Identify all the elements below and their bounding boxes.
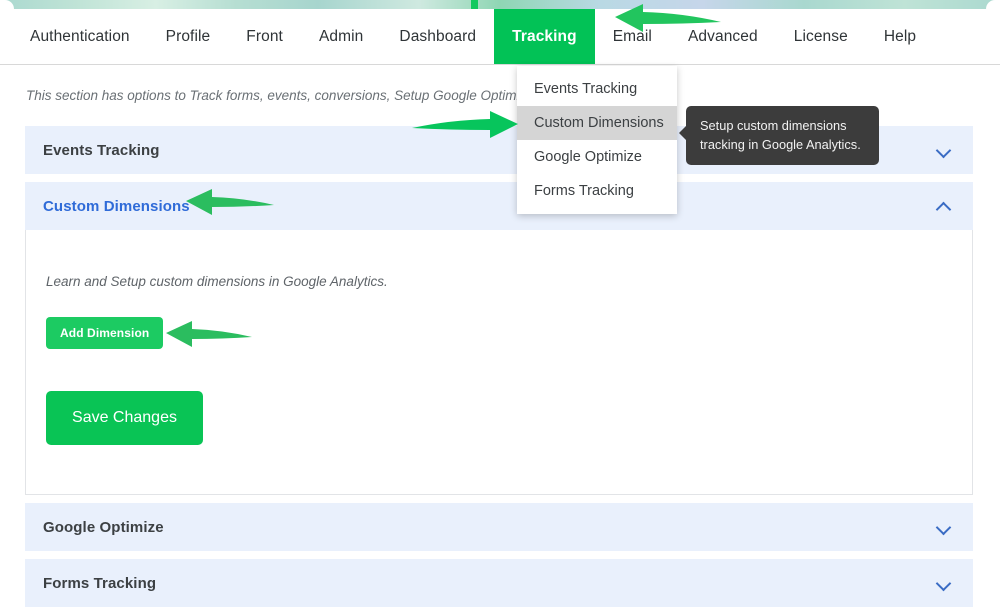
banner-corner-right xyxy=(986,0,1000,9)
accordion-title: Google Optimize xyxy=(43,519,164,536)
nav-tab-label: Authentication xyxy=(30,28,130,46)
accordion-title: Forms Tracking xyxy=(43,575,156,592)
nav-tab-authentication[interactable]: Authentication xyxy=(12,9,148,64)
nav-tab-email[interactable]: Email xyxy=(595,9,670,64)
settings-accordion: Events Tracking Custom Dimensions Learn … xyxy=(25,126,973,607)
accordion-header-forms-tracking[interactable]: Forms Tracking xyxy=(25,559,973,607)
page-root: Authentication Profile Front Admin Dashb… xyxy=(0,0,1000,607)
custom-dimensions-tooltip: Setup custom dimensions tracking in Goog… xyxy=(686,106,879,165)
accordion-title: Events Tracking xyxy=(43,142,160,159)
nav-tab-label: Help xyxy=(884,28,916,46)
dropdown-item-custom-dimensions[interactable]: Custom Dimensions xyxy=(517,106,677,140)
nav-tab-admin[interactable]: Admin xyxy=(301,9,381,64)
dropdown-item-google-optimize[interactable]: Google Optimize xyxy=(517,140,677,174)
chevron-down-icon[interactable] xyxy=(937,576,951,590)
accordion-header-google-optimize[interactable]: Google Optimize xyxy=(25,503,973,551)
save-changes-button[interactable]: Save Changes xyxy=(46,391,203,445)
dropdown-item-forms-tracking[interactable]: Forms Tracking xyxy=(517,174,677,208)
chevron-down-icon[interactable] xyxy=(937,520,951,534)
banner-gradient xyxy=(0,0,1000,9)
nav-tab-dashboard[interactable]: Dashboard xyxy=(381,9,494,64)
nav-tab-license[interactable]: License xyxy=(776,9,866,64)
nav-tab-label: License xyxy=(794,28,848,46)
accordion-item-custom-dimensions: Custom Dimensions Learn and Setup custom… xyxy=(25,182,973,495)
chevron-up-icon[interactable] xyxy=(937,199,951,213)
nav-tab-label: Profile xyxy=(166,28,211,46)
chevron-down-icon[interactable] xyxy=(937,143,951,157)
nav-tab-advanced[interactable]: Advanced xyxy=(670,9,776,64)
nav-tab-front[interactable]: Front xyxy=(228,9,301,64)
nav-tab-label: Tracking xyxy=(512,28,577,46)
dropdown-item-events-tracking[interactable]: Events Tracking xyxy=(517,72,677,106)
nav-tab-profile[interactable]: Profile xyxy=(148,9,229,64)
panel-description: Learn and Setup custom dimensions in Goo… xyxy=(46,274,972,289)
accordion-item-forms-tracking: Forms Tracking xyxy=(25,559,973,607)
nav-tab-label: Email xyxy=(613,28,652,46)
add-dimension-button[interactable]: Add Dimension xyxy=(46,317,163,349)
accordion-item-google-optimize: Google Optimize xyxy=(25,503,973,551)
nav-tab-label: Advanced xyxy=(688,28,758,46)
main-navigation: Authentication Profile Front Admin Dashb… xyxy=(0,9,1000,65)
top-banner-strip xyxy=(0,0,1000,9)
nav-tab-label: Front xyxy=(246,28,283,46)
tracking-dropdown-menu: Events Tracking Custom Dimensions Google… xyxy=(517,66,677,214)
nav-tab-tracking[interactable]: Tracking xyxy=(494,9,595,64)
custom-dimensions-panel: Learn and Setup custom dimensions in Goo… xyxy=(25,230,973,495)
banner-green-accent xyxy=(471,0,478,9)
nav-tab-label: Admin xyxy=(319,28,363,46)
accordion-header-custom-dimensions[interactable]: Custom Dimensions xyxy=(25,182,973,230)
accordion-title: Custom Dimensions xyxy=(43,198,190,215)
nav-tab-label: Dashboard xyxy=(399,28,476,46)
nav-tab-help[interactable]: Help xyxy=(866,9,934,64)
